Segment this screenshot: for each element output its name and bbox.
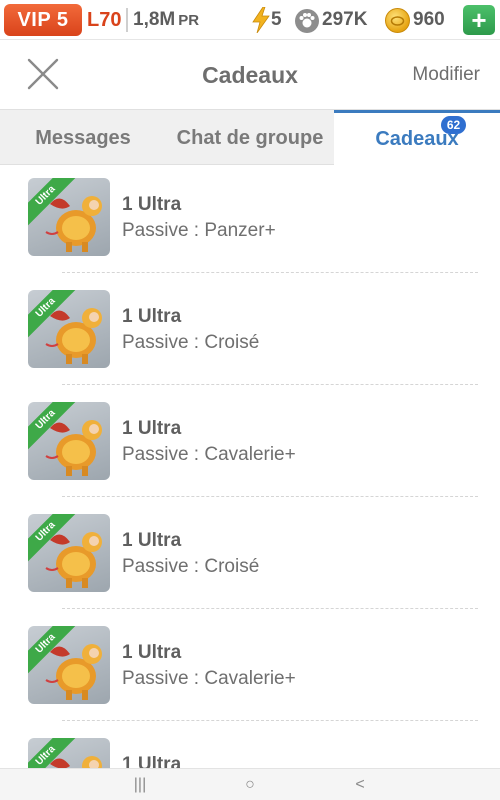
status-separator [126, 8, 128, 32]
gift-passive: Passive : Cavalerie+ [122, 444, 296, 465]
gift-thumbnail[interactable]: Ultra [28, 290, 110, 368]
gift-name: 1 Ultra [122, 306, 182, 327]
gift-name: 1 Ultra [122, 754, 182, 768]
gift-passive: Passive : Cavalerie+ [122, 668, 296, 689]
gift-list-item[interactable]: Ultra 1 Ultra Passive : Cavalerie+ [0, 614, 500, 726]
modify-button[interactable]: Modifier [412, 41, 480, 109]
system-nav-bar: ||| ○ < [0, 768, 500, 800]
gifts-count-badge: 62 [441, 116, 466, 134]
back-icon[interactable]: < [340, 769, 380, 800]
item-divider [62, 608, 478, 609]
power-value: 1,8M PR [133, 6, 199, 35]
gift-name: 1 Ultra [122, 194, 182, 215]
power-amount: 1,8M [133, 9, 176, 30]
food-value: 297K [322, 9, 368, 30]
gift-name: 1 Ultra [122, 530, 182, 551]
buy-gold-button[interactable]: + [463, 5, 495, 35]
gift-list-item[interactable]: Ultra 1 Ultra Passive : Cavalerie+ [0, 390, 500, 502]
tab-group-chat[interactable]: Chat de groupe [166, 110, 334, 165]
gift-list-item[interactable]: Ultra 1 Ultra Passive : Croisé [0, 502, 500, 614]
mail-tabs: Messages Chat de groupe Cadeaux [0, 109, 500, 165]
home-icon[interactable]: ○ [230, 769, 270, 800]
gift-list-item[interactable]: Ultra 1 Ultra [0, 726, 500, 768]
gift-passive: Passive : Croisé [122, 556, 260, 577]
item-divider [62, 384, 478, 385]
tab-messages[interactable]: Messages [0, 110, 166, 165]
gift-passive: Passive : Croisé [122, 332, 260, 353]
gift-name: 1 Ultra [122, 642, 182, 663]
gift-list-item[interactable]: Ultra 1 Ultra Passive : Panzer+ [0, 166, 500, 278]
vip-badge[interactable]: VIP 5 [4, 4, 82, 36]
item-divider [62, 272, 478, 273]
gift-passive: Passive : Panzer+ [122, 220, 276, 241]
tab-gifts[interactable]: Cadeaux [334, 110, 500, 165]
gift-thumbnail[interactable]: Ultra [28, 402, 110, 480]
energy-value: 5 [271, 9, 282, 30]
energy-bolt-icon [252, 7, 270, 33]
item-divider [62, 496, 478, 497]
gift-list-item[interactable]: Ultra 1 Ultra Passive : Croisé [0, 278, 500, 390]
player-level: L70 [87, 9, 122, 31]
gold-coin-icon [385, 8, 410, 33]
item-divider [62, 720, 478, 721]
close-icon[interactable] [26, 57, 60, 91]
gold-value: 960 [413, 9, 445, 30]
page-header: Cadeaux Modifier [0, 41, 500, 109]
gift-thumbnail[interactable]: Ultra [28, 178, 110, 256]
gift-name: 1 Ultra [122, 418, 182, 439]
gift-list[interactable]: Ultra 1 Ultra Passive : Panzer+ Ultra 1 … [0, 166, 500, 768]
recent-apps-icon[interactable]: ||| [120, 769, 160, 800]
gift-thumbnail[interactable]: Ultra [28, 514, 110, 592]
paw-icon [295, 9, 319, 33]
resource-status-bar: VIP 5 L70 1,8M PR 5 297K 960 + [0, 0, 500, 40]
power-unit: PR [178, 12, 200, 29]
gift-thumbnail[interactable]: Ultra [28, 738, 110, 768]
gift-thumbnail[interactable]: Ultra [28, 626, 110, 704]
